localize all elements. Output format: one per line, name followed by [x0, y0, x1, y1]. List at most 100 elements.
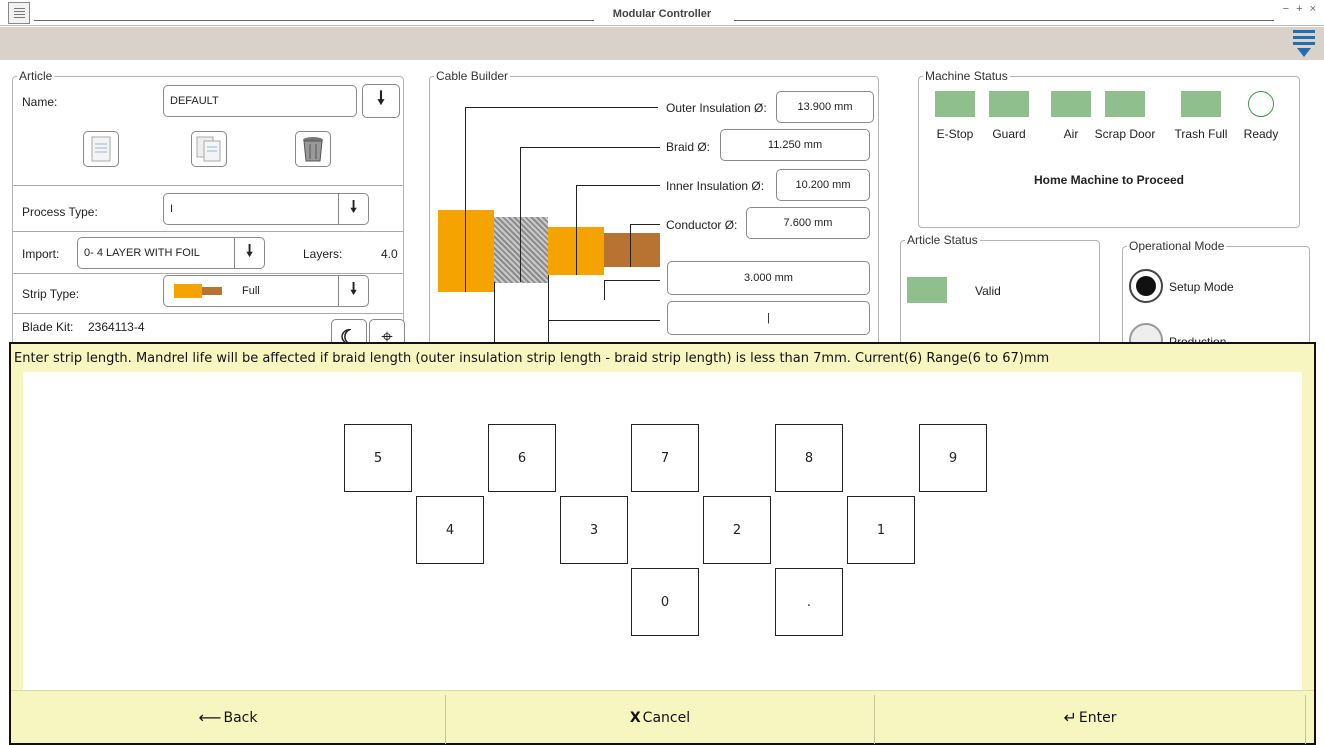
article-separator-4 [13, 313, 403, 314]
name-field[interactable]: DEFAULT [163, 85, 357, 117]
setup-mode-label: Setup Mode [1169, 280, 1234, 294]
key-6[interactable]: 6 [488, 424, 556, 492]
delete-article-button[interactable] [295, 131, 331, 167]
ready-label: Ready [1243, 127, 1279, 141]
outer-leader-line [465, 107, 658, 108]
key-decimal[interactable]: . [775, 568, 843, 636]
process-type-select[interactable]: I 🠗 [163, 193, 369, 225]
article-group-title: Article [17, 69, 55, 83]
key-1[interactable]: 1 [847, 496, 915, 564]
length-leader-line [604, 280, 660, 281]
braid-field[interactable]: 11.250 mm [720, 129, 870, 161]
outer-insulation-shape [438, 210, 494, 292]
title-divider-right [734, 20, 1274, 21]
name-dropdown-button[interactable]: 🠗 [362, 84, 400, 118]
braid-shape [494, 217, 548, 283]
keypad-dialog: Enter strip length. Mandrel life will be… [9, 342, 1316, 745]
new-document-icon [91, 136, 111, 162]
scrap-door-label: Scrap Door [1094, 127, 1156, 141]
key-7[interactable]: 7 [631, 424, 699, 492]
enter-button[interactable]: ↵ Enter [875, 691, 1305, 744]
blade-kit-label: Blade Kit: [22, 320, 74, 334]
machine-status-title: Machine Status [923, 69, 1010, 83]
conductor-leader-line [630, 224, 660, 225]
keypad-margin-right [1302, 372, 1314, 690]
back-button-label: Back [223, 709, 258, 726]
name-label: Name: [22, 95, 58, 109]
braid-leader-line [520, 147, 660, 148]
enter-button-label: Enter [1078, 709, 1117, 726]
machine-status-group: Machine Status E-Stop Guard Air Scrap Do… [918, 69, 1300, 228]
enter-return-icon: ↵ [1063, 708, 1077, 727]
estop-indicator [935, 91, 975, 117]
strip-type-label: Strip Type: [22, 287, 80, 301]
ready-indicator [1248, 91, 1274, 117]
outer-dimension-line [465, 107, 466, 292]
outer-insulation-label: Outer Insulation Ø: [666, 101, 767, 115]
trash-full-indicator [1181, 91, 1221, 117]
back-button[interactable]: ⟵ Back [11, 691, 445, 744]
key-2[interactable]: 2 [703, 496, 771, 564]
keypad-prompt: Enter strip length. Mandrel life will be… [11, 344, 1314, 372]
trash-icon [303, 137, 323, 162]
inner-insulation-label: Inner Insulation Ø: [666, 179, 765, 193]
strip-length-2-field[interactable]: | [667, 301, 870, 335]
keypad-area: 5 6 7 8 9 4 3 2 1 0 . [23, 372, 1302, 690]
inner-insulation-field[interactable]: 10.200 mm [776, 169, 870, 201]
window-controls[interactable]: − + × [1283, 3, 1318, 15]
braid-dimension-line [520, 147, 521, 282]
length2-leader-line [548, 320, 660, 321]
process-type-label: Process Type: [22, 205, 98, 219]
guard-label: Guard [992, 127, 1026, 141]
import-label: Import: [22, 247, 60, 261]
cable-builder-group: Cable Builder Outer Insulation Ø: 13.900… [429, 69, 879, 356]
cable-builder-title: Cable Builder [434, 69, 511, 83]
arrow-left-icon: ⟵ [198, 708, 222, 727]
keypad-margin-left [11, 372, 23, 690]
key-3[interactable]: 3 [560, 496, 628, 564]
key-5[interactable]: 5 [344, 424, 412, 492]
strip-type-select[interactable]: Full 🠗 [163, 275, 369, 307]
strip-type-swatch [174, 284, 202, 298]
length-tick-line [604, 280, 605, 300]
process-type-value: I [170, 203, 174, 215]
conductor-dimension-line [630, 224, 631, 267]
key-8[interactable]: 8 [775, 424, 843, 492]
copy-document-icon [196, 136, 221, 162]
braid-label: Braid Ø: [666, 140, 711, 154]
import-value: 0- 4 LAYER WITH FOIL [84, 247, 200, 259]
scrap-door-indicator [1105, 91, 1145, 117]
strip-type-dropdown-icon[interactable]: 🠗 [338, 276, 368, 306]
blade-kit-value: 2364113-4 [88, 320, 145, 334]
article-group: Article Name: DEFAULT 🠗 Process Type: I … [12, 69, 405, 356]
key-9[interactable]: 9 [919, 424, 987, 492]
button-divider-3 [1305, 695, 1306, 744]
braid-length-line [494, 282, 495, 342]
article-status-value: Valid [975, 284, 1001, 298]
strip-length-field[interactable]: 3.000 mm [667, 261, 870, 295]
strip-type-value: Full [242, 285, 260, 297]
outer-insulation-field[interactable]: 13.900 mm [776, 91, 874, 123]
inner-length-line [548, 275, 549, 342]
new-article-button[interactable] [83, 131, 119, 167]
toolbar [0, 27, 1324, 60]
key-0[interactable]: 0 [631, 568, 699, 636]
title-bar: Modular Controller − + × [0, 0, 1324, 26]
import-dropdown-icon[interactable]: 🠗 [234, 238, 264, 268]
window-title: Modular Controller [612, 8, 712, 20]
article-valid-indicator [907, 277, 947, 303]
logo-icon[interactable] [1292, 28, 1316, 58]
inner-leader-line [576, 185, 660, 186]
machine-status-message: Home Machine to Proceed [1033, 173, 1185, 187]
cancel-button[interactable]: X Cancel [446, 691, 874, 744]
guard-indicator [989, 91, 1029, 117]
import-select[interactable]: 0- 4 LAYER WITH FOIL 🠗 [77, 237, 265, 269]
setup-mode-radio[interactable] [1129, 269, 1163, 303]
arrow-down-icon: 🠗 [377, 88, 385, 108]
strip-type-swatch-conductor [202, 287, 222, 295]
copy-article-button[interactable] [191, 131, 227, 167]
layers-value: 4.0 [381, 247, 398, 261]
process-type-dropdown-icon[interactable]: 🠗 [338, 194, 368, 224]
conductor-field[interactable]: 7.600 mm [746, 207, 870, 239]
key-4[interactable]: 4 [416, 496, 484, 564]
